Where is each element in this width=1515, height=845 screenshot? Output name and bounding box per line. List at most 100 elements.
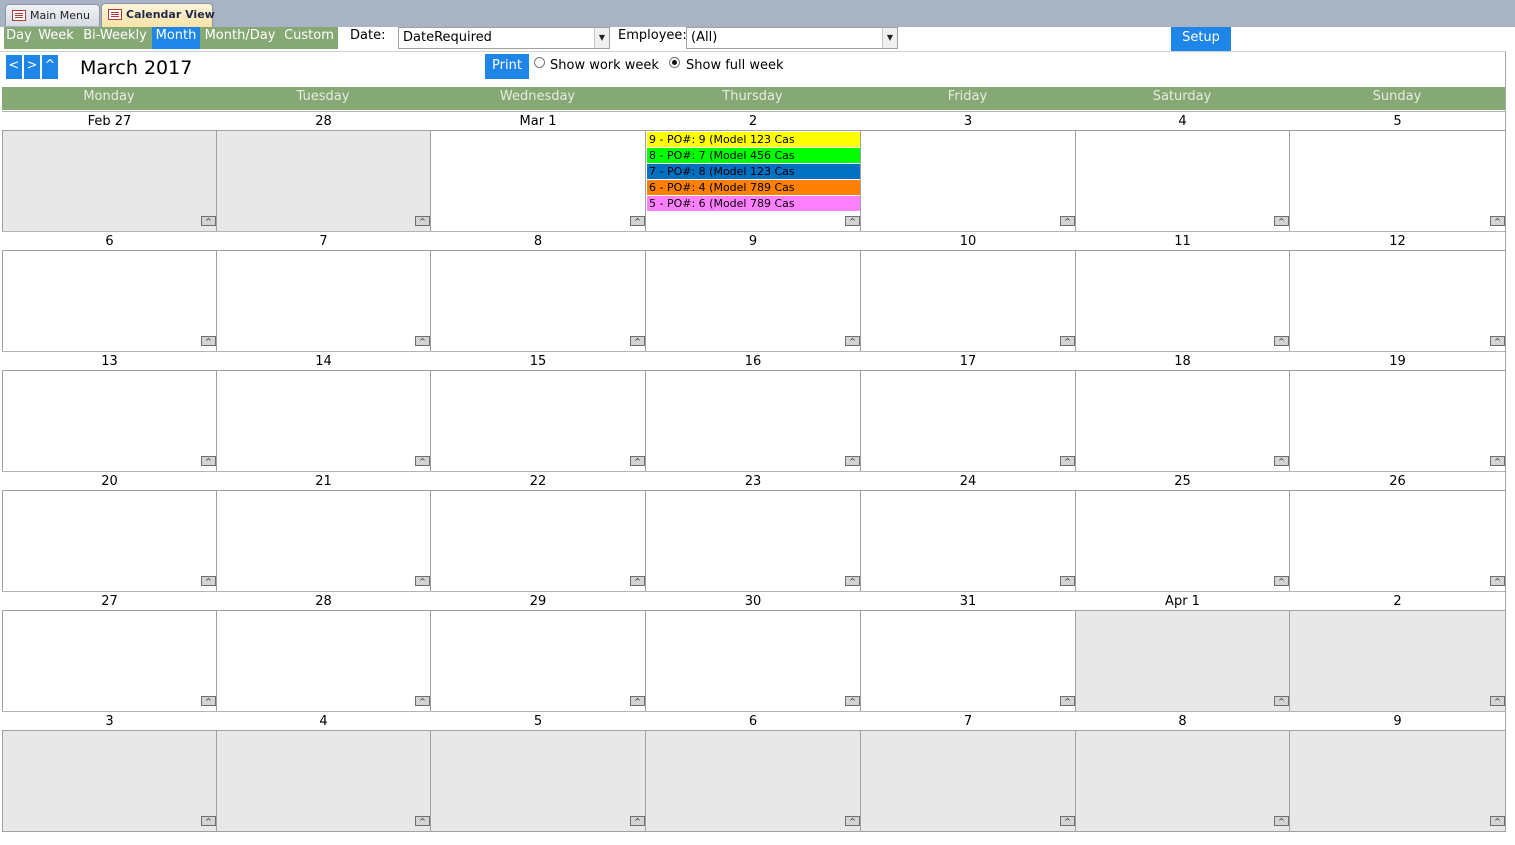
calendar-event[interactable]: 8 - PO#: 7 (Model 456 Cas [647, 148, 860, 163]
day-number[interactable]: 3 [860, 112, 1076, 131]
day-number[interactable]: 4 [1075, 112, 1290, 131]
expand-day-button[interactable]: ^ [1490, 576, 1505, 586]
day-number[interactable]: 28 [216, 592, 431, 611]
expand-day-button[interactable]: ^ [845, 696, 860, 706]
day-number[interactable]: 15 [430, 352, 646, 371]
day-view-button[interactable]: Day [4, 27, 34, 49]
calendar-event[interactable]: 9 - PO#: 9 (Model 123 Cas [647, 132, 860, 147]
day-cell[interactable]: ^ [645, 250, 861, 352]
expand-day-button[interactable]: ^ [201, 696, 216, 706]
day-cell[interactable]: ^ [430, 250, 646, 352]
day-number[interactable]: 2 [1289, 592, 1506, 611]
expand-day-button[interactable]: ^ [415, 336, 430, 346]
day-cell[interactable]: ^ [2, 610, 217, 712]
day-cell[interactable]: ^ [1075, 250, 1290, 352]
expand-day-button[interactable]: ^ [1060, 216, 1075, 226]
day-number[interactable]: 11 [1075, 232, 1290, 251]
day-cell[interactable]: ^ [1289, 490, 1506, 592]
expand-day-button[interactable]: ^ [630, 456, 645, 466]
day-cell[interactable]: ^ [216, 370, 431, 472]
expand-day-button[interactable]: ^ [1060, 576, 1075, 586]
expand-day-button[interactable]: ^ [415, 576, 430, 586]
day-number[interactable]: 17 [860, 352, 1076, 371]
expand-day-button[interactable]: ^ [630, 336, 645, 346]
day-cell[interactable]: ^ [216, 250, 431, 352]
day-number[interactable]: 21 [216, 472, 431, 491]
expand-day-button[interactable]: ^ [630, 816, 645, 826]
expand-day-button[interactable]: ^ [201, 816, 216, 826]
expand-day-button[interactable]: ^ [1274, 576, 1289, 586]
month-view-button[interactable]: Month [152, 27, 200, 49]
day-cell[interactable]: ^ [860, 490, 1076, 592]
day-number[interactable]: 5 [1289, 112, 1506, 131]
day-cell[interactable]: ^ [2, 730, 217, 832]
day-number[interactable]: 26 [1289, 472, 1506, 491]
day-number[interactable]: 31 [860, 592, 1076, 611]
week-view-button[interactable]: Week [34, 27, 78, 49]
day-number[interactable]: 16 [645, 352, 861, 371]
day-number[interactable]: 9 [645, 232, 861, 251]
day-cell[interactable]: ^ [216, 730, 431, 832]
day-cell[interactable]: ^ [430, 370, 646, 472]
setup-button[interactable]: Setup [1171, 27, 1231, 51]
day-number[interactable]: 2 [645, 112, 861, 131]
day-number[interactable]: 3 [2, 712, 217, 731]
expand-day-button[interactable]: ^ [1060, 696, 1075, 706]
day-cell[interactable]: ^ [430, 130, 646, 232]
calendar-event[interactable]: 7 - PO#: 8 (Model 123 Cas [647, 164, 860, 179]
show-work-week-radio[interactable] [534, 57, 545, 68]
previous-month-button[interactable]: < [6, 55, 22, 79]
day-cell[interactable]: ^ [2, 490, 217, 592]
day-cell[interactable]: ^ [216, 130, 431, 232]
day-cell[interactable]: ^ [2, 130, 217, 232]
expand-day-button[interactable]: ^ [415, 816, 430, 826]
expand-day-button[interactable]: ^ [201, 216, 216, 226]
day-number[interactable]: 6 [2, 232, 217, 251]
expand-day-button[interactable]: ^ [1060, 336, 1075, 346]
day-cell[interactable]: ^ [1075, 370, 1290, 472]
day-cell[interactable]: ^ [2, 370, 217, 472]
expand-day-button[interactable]: ^ [845, 216, 860, 226]
expand-day-button[interactable]: ^ [1274, 456, 1289, 466]
day-cell[interactable]: ^ [1289, 370, 1506, 472]
day-number[interactable]: 29 [430, 592, 646, 611]
day-number[interactable]: 22 [430, 472, 646, 491]
day-number[interactable]: 6 [645, 712, 861, 731]
day-number[interactable]: 4 [216, 712, 431, 731]
day-cell[interactable]: ^ [1289, 250, 1506, 352]
expand-day-button[interactable]: ^ [1274, 816, 1289, 826]
expand-day-button[interactable]: ^ [415, 696, 430, 706]
day-number[interactable]: 8 [430, 232, 646, 251]
calendar-event[interactable]: 6 - PO#: 4 (Model 789 Cas [647, 180, 860, 195]
day-number[interactable]: 30 [645, 592, 861, 611]
day-cell[interactable]: ^ [430, 490, 646, 592]
expand-day-button[interactable]: ^ [1274, 336, 1289, 346]
collapse-button[interactable]: ^ [42, 55, 58, 79]
day-number[interactable]: 5 [430, 712, 646, 731]
day-number[interactable]: 28 [216, 112, 431, 131]
day-cell[interactable]: ^ [216, 490, 431, 592]
day-cell[interactable]: ^ [860, 130, 1076, 232]
day-number[interactable]: 9 [1289, 712, 1506, 731]
expand-day-button[interactable]: ^ [415, 216, 430, 226]
day-number[interactable]: Feb 27 [2, 112, 217, 131]
day-number[interactable]: 7 [216, 232, 431, 251]
expand-day-button[interactable]: ^ [1060, 456, 1075, 466]
next-month-button[interactable]: > [24, 55, 40, 79]
day-cell[interactable]: ^ [216, 610, 431, 712]
day-number[interactable]: 27 [2, 592, 217, 611]
day-cell[interactable]: ^ [1075, 730, 1290, 832]
tab-calendar-view[interactable]: Calendar View [101, 3, 215, 27]
print-button[interactable]: Print [485, 54, 529, 79]
expand-day-button[interactable]: ^ [201, 456, 216, 466]
day-number[interactable]: 8 [1075, 712, 1290, 731]
date-field-combo[interactable]: DateRequired ▼ [398, 27, 610, 49]
calendar-event[interactable]: 5 - PO#: 6 (Model 789 Cas [647, 196, 860, 211]
day-cell[interactable]: ^ [860, 370, 1076, 472]
biweekly-view-button[interactable]: Bi-Weekly [78, 27, 152, 49]
day-cell[interactable]: 9 - PO#: 9 (Model 123 Cas 8 - PO#: 7 (Mod… [645, 130, 861, 232]
expand-day-button[interactable]: ^ [845, 456, 860, 466]
day-cell[interactable]: ^ [430, 610, 646, 712]
month-day-view-button[interactable]: Month/Day [200, 27, 280, 49]
expand-day-button[interactable]: ^ [1060, 816, 1075, 826]
